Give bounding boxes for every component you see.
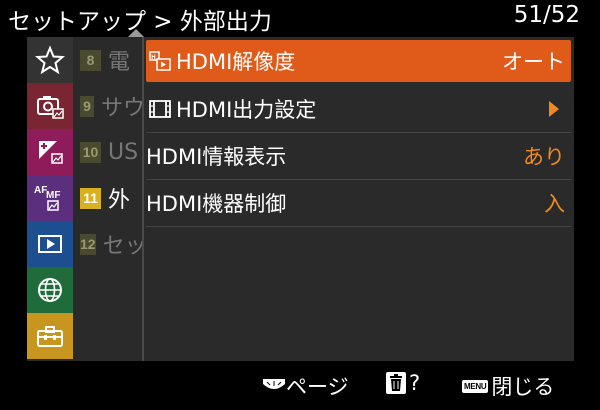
title-pointer-icon <box>128 29 144 37</box>
category-network[interactable] <box>27 267 73 313</box>
menu-item-hdmi-resolution[interactable]: H HDMI解像度 オート <box>146 40 571 82</box>
svg-text:H: H <box>151 55 155 61</box>
resolution-icon: H <box>149 51 171 71</box>
menu-item-value: 入 <box>544 192 565 216</box>
af-mf-icon: AFMF <box>34 185 60 211</box>
header: セットアップ > 外部出力 51/52 <box>0 0 600 37</box>
subtab-label: セッ <box>102 234 145 259</box>
menu-item-label: HDMI情報表示 <box>146 145 287 169</box>
exposure-icon <box>39 141 63 164</box>
footer-help[interactable]: ? <box>386 371 420 395</box>
footer-close-label: 閉じる <box>491 375 555 399</box>
column-divider <box>142 37 144 361</box>
subtab-12[interactable]: 12 セッ <box>75 221 145 267</box>
subtab-9[interactable]: 9 サウ <box>75 83 145 129</box>
category-setup[interactable] <box>27 313 73 359</box>
subtab-label: 電 <box>108 50 131 75</box>
subtab-11[interactable]: 11 外 <box>75 175 145 221</box>
subtab-number: 11 <box>80 187 101 209</box>
category-star[interactable] <box>27 37 73 83</box>
star-icon <box>35 45 65 75</box>
menu-item-value: あり <box>523 145 565 169</box>
menu-item-label: HDMI解像度 <box>176 50 296 74</box>
subtab-label: 外 <box>108 188 131 213</box>
trash-icon <box>390 374 402 391</box>
category-camera[interactable] <box>27 83 73 129</box>
network-icon <box>38 278 62 302</box>
toolbox-icon <box>37 326 63 347</box>
subtab-label: サウ <box>100 96 145 121</box>
menu-list: H HDMI解像度 オート HDMI出力設定 HDMI情報表示 あり HDMI機… <box>146 40 571 227</box>
subtab-number: 9 <box>80 95 94 117</box>
footer-help-label: ? <box>409 371 421 395</box>
footer-guide: ページ ? MENU 閉じる <box>0 366 600 406</box>
category-column: AF MF <box>27 37 73 359</box>
subtab-8[interactable]: 8 電 <box>75 37 145 83</box>
footer-page[interactable]: ページ <box>262 371 349 401</box>
svg-text:MF: MF <box>46 190 60 201</box>
category-af-mf[interactable]: AF MF <box>27 175 73 221</box>
subtab-number: 12 <box>80 233 96 255</box>
footer-close[interactable]: MENU 閉じる <box>462 371 554 401</box>
subtab-10[interactable]: 10 US <box>75 129 145 175</box>
menu-item-label: HDMI機器制御 <box>146 192 287 216</box>
category-playback[interactable] <box>27 221 73 267</box>
menu-key-icon: MENU <box>462 379 489 393</box>
menu-item-hdmi-output-settings[interactable]: HDMI出力設定 <box>146 86 571 133</box>
subtab-label: US <box>108 139 139 165</box>
menu-item-hdmi-info-display[interactable]: HDMI情報表示 あり <box>146 133 571 180</box>
menu-item-value: オート <box>502 50 565 74</box>
subtab-column: 8 電 9 サウ 10 US 11 外 12 セッ <box>75 37 145 267</box>
footer-page-label: ページ <box>286 375 349 399</box>
film-icon <box>149 100 171 118</box>
subtab-number: 8 <box>80 49 101 71</box>
camera-icon <box>37 96 64 119</box>
category-exposure[interactable] <box>27 129 73 175</box>
playback-icon <box>38 235 62 253</box>
subtab-number: 10 <box>80 141 101 163</box>
menu-item-label: HDMI出力設定 <box>176 98 317 122</box>
control-wheel-icon <box>263 379 285 389</box>
menu-item-hdmi-device-control[interactable]: HDMI機器制御 入 <box>146 180 571 227</box>
page-number: 51/52 <box>513 2 580 28</box>
submenu-arrow-icon <box>549 101 559 117</box>
